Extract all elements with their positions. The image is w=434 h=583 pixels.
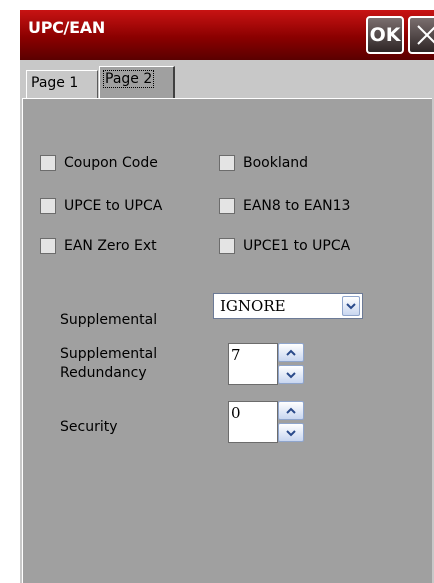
tab-panel: Page 1 Page 2 Coupon Code Bookland UPCE … — [20, 60, 434, 583]
ean8-to-ean13-checkbox[interactable]: EAN8 to EAN13 — [219, 198, 350, 214]
supplemental-select[interactable]: IGNORE — [213, 293, 363, 319]
supplemental-redundancy-label-line1: Supplemental — [60, 346, 158, 362]
close-button[interactable] — [408, 16, 434, 54]
dialog-window: UPC/EAN OK Page 1 Page 2 Coupon Code Boo… — [0, 0, 434, 583]
supplemental-redundancy-spinner — [278, 343, 306, 385]
spin-down-button[interactable] — [278, 365, 304, 384]
upce1-to-upca-checkbox[interactable]: UPCE1 to UPCA — [219, 238, 350, 254]
checkbox-box[interactable] — [219, 198, 235, 214]
tab-page-2-label: Page 2 — [102, 70, 155, 88]
checkbox-box[interactable] — [219, 155, 235, 171]
security-value: 0 — [231, 404, 241, 422]
checkbox-box[interactable] — [219, 238, 235, 254]
checkbox-box[interactable] — [40, 155, 56, 171]
tab-page-2[interactable]: Page 2 — [99, 66, 175, 98]
tab-page-1[interactable]: Page 1 — [26, 70, 98, 98]
upce-to-upca-checkbox[interactable]: UPCE to UPCA — [40, 198, 162, 214]
ean8-to-ean13-label: EAN8 to EAN13 — [243, 198, 351, 214]
close-icon — [417, 25, 434, 45]
spin-up-button[interactable] — [278, 401, 304, 420]
security-spinner — [278, 401, 306, 443]
dropdown-arrow-button[interactable] — [342, 296, 360, 316]
title-bar: UPC/EAN OK — [20, 10, 434, 60]
supplemental-redundancy-input[interactable]: 7 — [228, 343, 278, 385]
security-input[interactable]: 0 — [228, 401, 278, 443]
ean-zero-ext-label: EAN Zero Ext — [64, 238, 157, 254]
spin-down-button[interactable] — [278, 423, 304, 442]
bookland-label: Bookland — [243, 155, 309, 171]
supplemental-redundancy-value: 7 — [231, 346, 241, 364]
supplemental-value: IGNORE — [220, 297, 286, 315]
upce-to-upca-label: UPCE to UPCA — [64, 198, 163, 214]
coupon-code-label: Coupon Code — [64, 155, 158, 171]
security-label: Security — [60, 419, 118, 435]
page-2-content: Coupon Code Bookland UPCE to UPCA EAN8 t… — [22, 98, 432, 583]
chevron-down-icon — [286, 429, 296, 436]
spin-up-button[interactable] — [278, 343, 304, 362]
tab-page-1-label: Page 1 — [31, 75, 79, 91]
ok-button[interactable]: OK — [366, 16, 404, 54]
chevron-down-icon — [346, 303, 356, 310]
coupon-code-checkbox[interactable]: Coupon Code — [40, 155, 158, 171]
chevron-down-icon — [286, 371, 296, 378]
bookland-checkbox[interactable]: Bookland — [219, 155, 308, 171]
chevron-up-icon — [286, 407, 296, 414]
ean-zero-ext-checkbox[interactable]: EAN Zero Ext — [40, 238, 157, 254]
supplemental-redundancy-label-line2: Redundancy — [60, 365, 147, 381]
chevron-up-icon — [286, 349, 296, 356]
checkbox-box[interactable] — [40, 238, 56, 254]
window-title: UPC/EAN — [28, 18, 105, 37]
checkbox-box[interactable] — [40, 198, 56, 214]
supplemental-redundancy-label: Supplemental Redundancy — [60, 345, 157, 383]
upce1-to-upca-label: UPCE1 to UPCA — [243, 238, 351, 254]
supplemental-label: Supplemental — [60, 312, 158, 328]
